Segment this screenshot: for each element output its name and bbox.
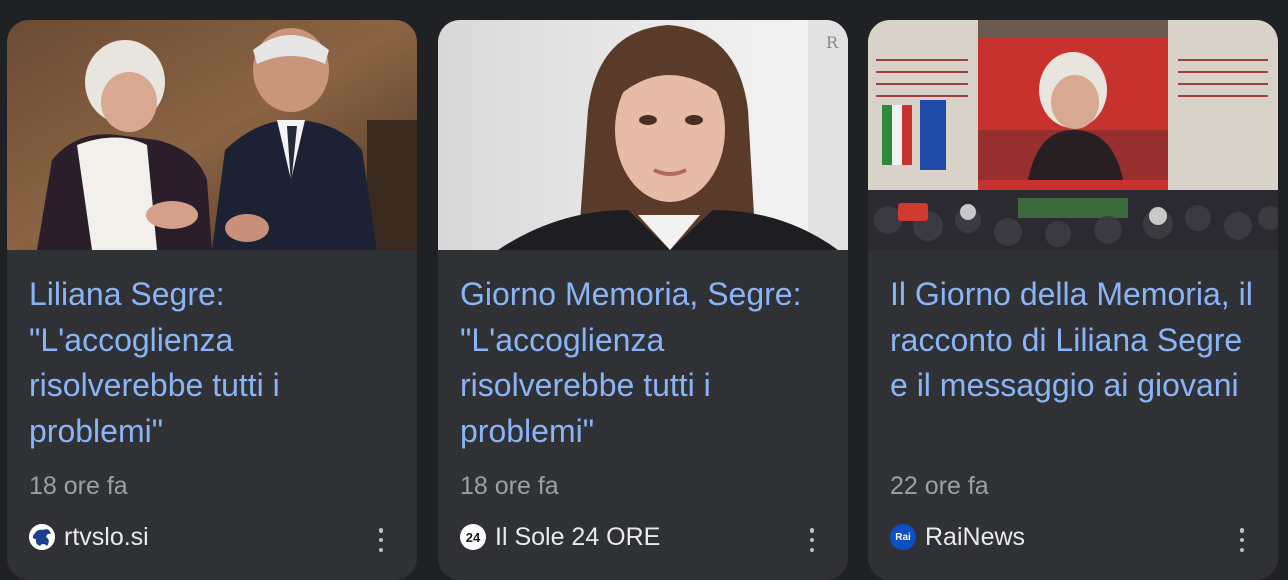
rainews-logo-icon: Rai — [890, 524, 916, 550]
source-name: RaiNews — [925, 523, 1026, 551]
news-thumbnail[interactable] — [868, 20, 1278, 250]
news-time: 18 ore fa — [460, 472, 559, 500]
news-source[interactable]: Rai RaiNews — [890, 522, 1025, 552]
news-card[interactable]: Liliana Segre: "L'accoglienza risolvereb… — [7, 20, 417, 580]
source-name: Il Sole 24 ORE — [495, 523, 661, 551]
news-headline[interactable]: Giorno Memoria, Segre: "L'accoglienza ri… — [460, 272, 826, 454]
news-source[interactable]: rtvslo.si — [29, 522, 149, 552]
more-options-icon[interactable] — [1232, 528, 1252, 552]
news-carousel: Liliana Segre: "L'accoglienza risolvereb… — [0, 0, 1288, 580]
more-options-icon[interactable] — [802, 528, 822, 552]
news-thumbnail[interactable]: R — [438, 20, 848, 250]
news-card[interactable]: R Giorno Memoria, Segre: "L'accoglienza … — [438, 20, 848, 580]
news-thumbnail[interactable] — [7, 20, 417, 250]
news-headline[interactable]: Il Giorno della Memoria, il racconto di … — [890, 272, 1256, 409]
news-headline[interactable]: Liliana Segre: "L'accoglienza risolvereb… — [29, 272, 395, 454]
source-name: rtvslo.si — [64, 523, 149, 551]
more-options-icon[interactable] — [371, 528, 391, 552]
news-card[interactable]: Il Giorno della Memoria, il racconto di … — [868, 20, 1278, 580]
news-time: 18 ore fa — [29, 472, 128, 500]
news-source[interactable]: 24 Il Sole 24 ORE — [460, 522, 660, 552]
svg-text:R: R — [826, 33, 839, 52]
rtvslo-logo-icon — [29, 524, 55, 550]
news-time: 22 ore fa — [890, 472, 989, 500]
sole24ore-logo-icon: 24 — [460, 524, 486, 550]
